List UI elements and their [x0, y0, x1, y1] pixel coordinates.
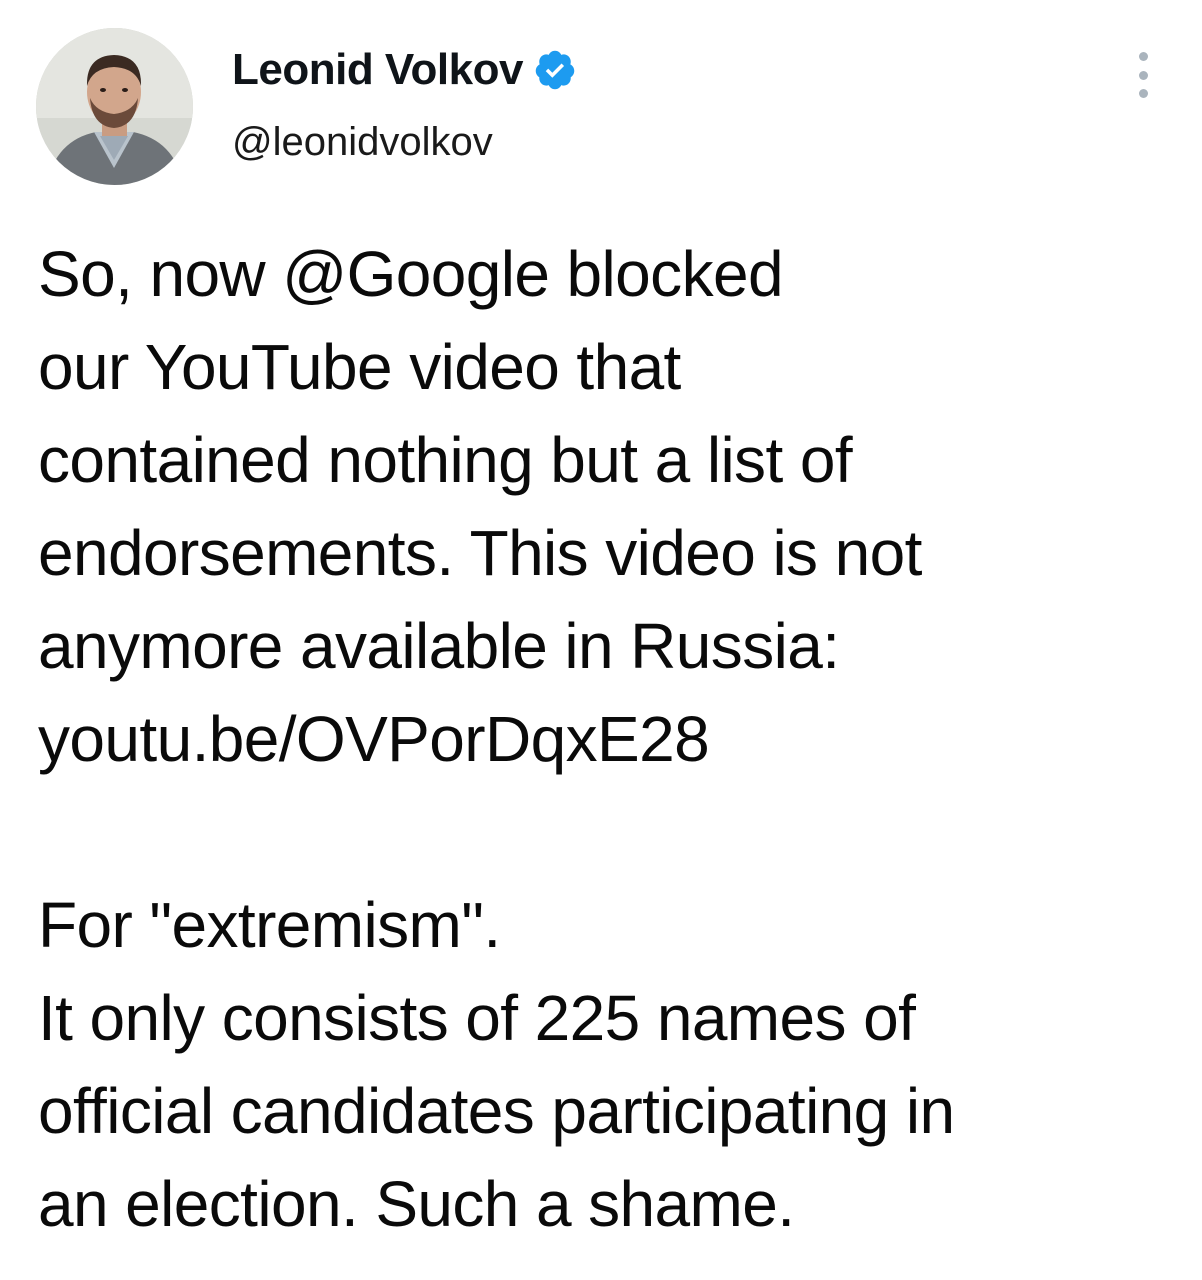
- tweet-text-line: contained nothing but a list of: [38, 424, 853, 496]
- author-display-name[interactable]: Leonid Volkov: [232, 45, 523, 95]
- avatar[interactable]: [36, 28, 193, 185]
- tweet-text-line: For "extremism".: [38, 889, 501, 961]
- tweet-text-line: our YouTube video that: [38, 331, 681, 403]
- paragraph-break: [38, 786, 1188, 879]
- tweet-text-line: endorsements. This video is not: [38, 517, 922, 589]
- tweet-card: Leonid Volkov @leonidvolkov So, now @Goo…: [0, 0, 1202, 1280]
- video-link[interactable]: youtu.be/OVPorDqxE28: [38, 693, 1188, 786]
- verified-badge-icon: [533, 48, 577, 92]
- tweet-text-line: So, now @Google blocked: [38, 238, 784, 310]
- author-handle[interactable]: @leonidvolkov: [232, 120, 493, 165]
- more-vertical-icon: [1138, 70, 1148, 80]
- tweet-text-line: an election. Such a shame.: [38, 1168, 795, 1240]
- more-vertical-icon: [1138, 89, 1148, 98]
- tweet-text-line: official candidates participating in: [38, 1075, 955, 1147]
- more-options-button[interactable]: [1128, 52, 1158, 98]
- author-name-row[interactable]: Leonid Volkov: [232, 40, 577, 100]
- more-vertical-icon: [1138, 52, 1148, 61]
- person-avatar-icon: [36, 28, 193, 185]
- tweet-text-line: anymore available in Russia:: [38, 610, 840, 682]
- tweet-text: So, now @Google blocked our YouTube vide…: [38, 228, 1188, 1251]
- tweet-text-line: It only consists of 225 names of: [38, 982, 916, 1054]
